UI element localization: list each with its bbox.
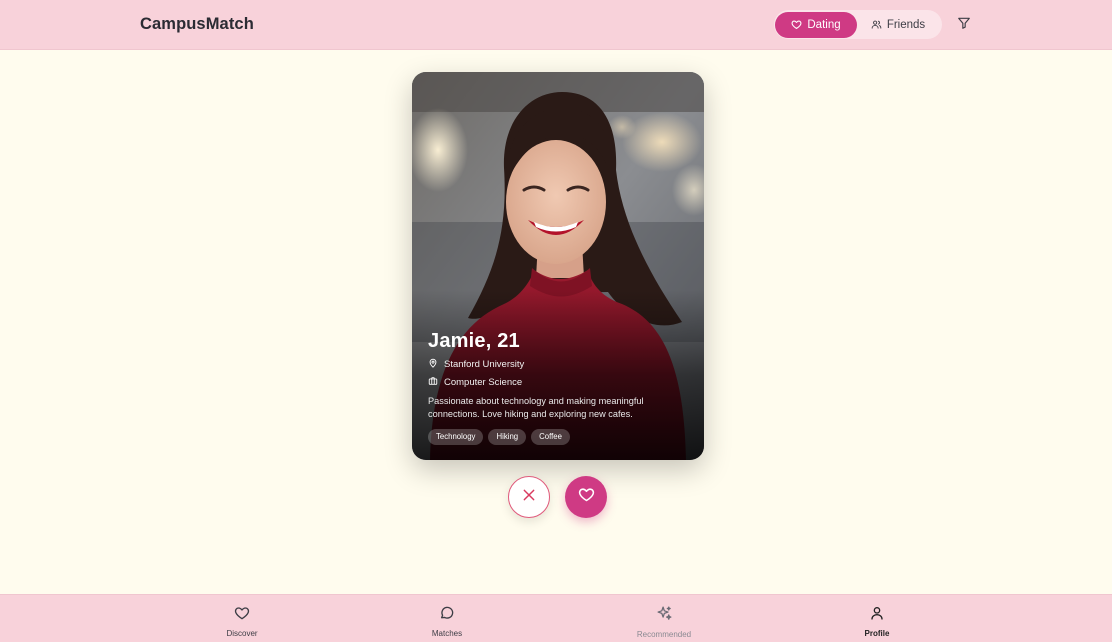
nav-label-profile: Profile [864,629,890,638]
filter-icon [957,16,971,35]
user-icon [869,605,885,626]
interest-tags: Technology Hiking Coffee [428,429,690,445]
nav-item-profile[interactable]: Profile [817,605,937,638]
interest-tag: Coffee [531,429,570,445]
nav-item-recommended[interactable]: Recommended [604,605,724,639]
nav-label-discover: Discover [226,629,258,638]
sparkles-icon [656,605,673,627]
nav-item-matches[interactable]: Matches [387,605,507,638]
profile-name-age: Jamie, 21 [428,330,520,352]
major-row: Computer Science [428,376,690,389]
dating-mode-label: Dating [807,18,841,31]
app-title: CampusMatch [140,15,254,33]
heart-icon [234,605,250,626]
nav-label-matches: Matches [431,629,463,638]
dating-mode-button[interactable]: Dating [775,11,857,38]
mode-toggle: Dating Friends [774,10,942,39]
major-text: Computer Science [444,377,523,388]
location-pin-icon [428,358,438,371]
chat-icon [439,605,455,626]
profile-bio: Passionate about technology and making m… [428,396,644,419]
heart-icon [791,19,802,30]
university-text: Stanford University [444,359,525,370]
users-icon [871,19,882,30]
top-app-bar: CampusMatch Dating Friends [0,0,1112,50]
briefcase-icon [428,376,438,389]
friends-mode-button[interactable]: Friends [862,12,934,38]
interest-tag: Technology [428,429,484,445]
nav-label-recommended: Recommended [636,630,692,639]
like-button[interactable] [565,476,607,518]
profile-info: Jamie, 21 Stanford University Computer S… [428,329,690,445]
friends-mode-label: Friends [886,18,926,31]
pass-button[interactable] [508,476,550,518]
heart-icon [578,486,595,508]
filter-button[interactable] [954,15,974,35]
close-icon [521,487,537,508]
bottom-navigation: Discover Matches Recommended Profile [0,594,1112,642]
nav-item-discover[interactable]: Discover [182,605,302,638]
interest-tag: Hiking [488,429,527,445]
university-row: Stanford University [428,358,690,371]
profile-card[interactable]: Jamie, 21 Stanford University Computer S… [412,72,704,460]
